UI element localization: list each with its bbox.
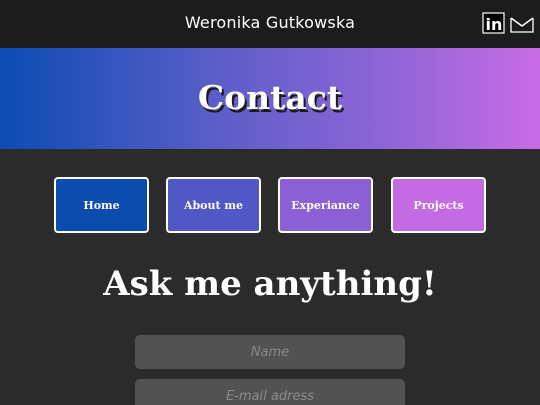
nav-home-button[interactable]: Home bbox=[54, 177, 149, 233]
site-name: Weronika Gutkowska bbox=[184, 13, 356, 32]
linkedin-icon[interactable]: in bbox=[482, 12, 506, 34]
page-title: Contact bbox=[197, 78, 343, 117]
name-field[interactable] bbox=[135, 335, 405, 369]
nav-projects-button[interactable]: Projects bbox=[391, 177, 486, 233]
social-links: in bbox=[482, 12, 534, 34]
mail-icon[interactable] bbox=[510, 12, 534, 34]
top-bar: Weronika Gutkowska in bbox=[0, 0, 540, 48]
section-heading: Ask me anything! bbox=[103, 264, 437, 304]
hero-banner: Contact bbox=[0, 48, 540, 149]
nav-experience-label: Experiance bbox=[291, 198, 360, 212]
nav-experience-button[interactable]: Experiance bbox=[278, 177, 373, 233]
nav-home-label: Home bbox=[83, 198, 120, 212]
nav-about-label: About me bbox=[183, 198, 244, 212]
email-field[interactable] bbox=[135, 379, 405, 405]
nav-about-button[interactable]: About me bbox=[166, 177, 261, 233]
nav-projects-label: Projects bbox=[413, 198, 464, 212]
linkedin-icon-label: in bbox=[486, 15, 503, 34]
